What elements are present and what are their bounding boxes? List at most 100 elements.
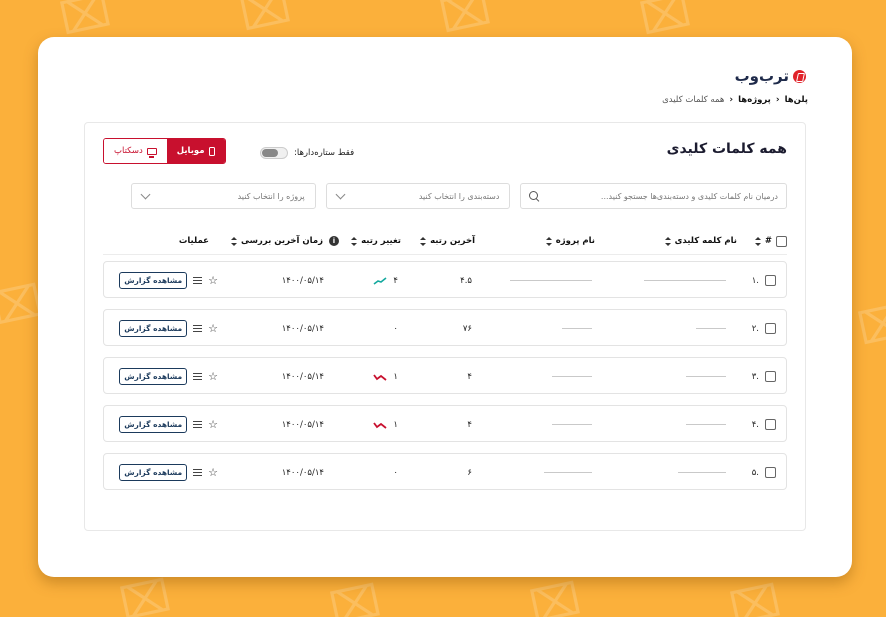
list-icon[interactable] — [193, 324, 203, 333]
header-keyword[interactable]: نام کلمه کلیدی — [664, 227, 737, 255]
last-rank-value: ۷۶ — [462, 323, 472, 334]
star-icon[interactable]: ☆ — [208, 418, 218, 431]
row-index: .۴ — [751, 419, 759, 430]
view-report-button[interactable]: مشاهده گزارش — [119, 320, 188, 337]
table-row: .۱ ۴.۵ ۴ ۱۴۰۰/۰۵/۱۴ ☆ مشاهده گزارش — [103, 261, 787, 298]
trend-icon — [373, 276, 387, 285]
row-rank-change: ۰ — [393, 454, 398, 491]
header-rank-change-label: تغییر رتبه — [361, 236, 401, 246]
header-project[interactable]: نام پروژه — [545, 227, 595, 255]
row-last-rank: ۴ — [467, 406, 472, 443]
sort-icon[interactable] — [754, 236, 761, 246]
row-checkbox[interactable] — [765, 275, 776, 286]
trend-icon — [373, 421, 387, 429]
row-index: .۱ — [751, 275, 759, 286]
rank-change-value: ۱ — [393, 419, 398, 430]
info-icon[interactable]: i — [329, 236, 339, 246]
rank-change-value: ۴ — [393, 275, 398, 286]
star-icon[interactable]: ☆ — [208, 370, 218, 383]
star-icon[interactable]: ☆ — [208, 274, 218, 287]
main-card: ترب‌وب پلن‌ها ‹ پروژه‌ها ‹ همه کلمات کلی… — [38, 37, 852, 577]
view-report-button[interactable]: مشاهده گزارش — [119, 368, 188, 385]
row-rank-change: ۱ — [373, 406, 398, 443]
header-rank-change[interactable]: تغییر رتبه — [351, 227, 401, 255]
breadcrumb-current: همه کلمات کلیدی — [662, 95, 725, 105]
keyword-placeholder — [678, 472, 726, 473]
sort-icon — [545, 236, 552, 246]
list-icon[interactable] — [193, 420, 203, 429]
desktop-button[interactable]: دسکتاپ — [104, 139, 167, 163]
header-actions: عملیات — [179, 227, 209, 255]
header-number: # — [764, 236, 772, 246]
row-keyword — [696, 310, 726, 347]
row-keyword — [686, 406, 726, 443]
stars-only-filter: فقط ستاره‌دارها: — [260, 147, 354, 159]
table-row: .۳ ۴ ۱ ۱۴۰۰/۰۵/۱۴ ☆ مشاهده گزارش — [103, 357, 787, 394]
row-keyword — [644, 262, 726, 299]
category-select[interactable]: دسته‌بندی را انتخاب کنید — [325, 183, 511, 209]
mobile-button[interactable]: موبایل — [166, 139, 225, 163]
list-icon[interactable] — [193, 372, 203, 381]
project-select[interactable]: پروژه را انتخاب کنید — [131, 183, 316, 209]
header-info[interactable]: i — [329, 227, 339, 255]
sort-icon — [351, 236, 358, 246]
chevron-left-icon: ‹ — [729, 95, 734, 105]
list-icon[interactable] — [193, 276, 203, 285]
keyword-placeholder — [686, 376, 726, 377]
row-last-check: ۱۴۰۰/۰۵/۱۴ — [282, 358, 324, 395]
row-select: .۳ — [752, 358, 776, 395]
stars-only-toggle[interactable] — [260, 147, 288, 159]
row-keyword — [686, 358, 726, 395]
header-keyword-label: نام کلمه کلیدی — [674, 236, 737, 246]
row-last-check: ۱۴۰۰/۰۵/۱۴ — [282, 310, 324, 347]
row-last-check: ۱۴۰۰/۰۵/۱۴ — [282, 454, 324, 491]
chevron-down-icon — [335, 189, 346, 199]
last-rank-value: ۴.۵ — [460, 275, 472, 286]
row-actions: ☆ مشاهده گزارش — [119, 262, 218, 299]
last-check-date: ۱۴۰۰/۰۵/۱۴ — [281, 467, 324, 478]
row-project — [562, 310, 592, 347]
star-icon[interactable]: ☆ — [208, 466, 218, 479]
search-placeholder: درمیان نام کلمات کلیدی و دسته‌بندی‌ها جس… — [600, 191, 778, 201]
header-last-check[interactable]: زمان آخرین بررسی — [230, 227, 323, 255]
row-checkbox[interactable] — [765, 323, 776, 334]
row-project — [544, 454, 592, 491]
last-check-date: ۱۴۰۰/۰۵/۱۴ — [281, 371, 324, 382]
row-select: .۱ — [752, 262, 776, 299]
rank-change-value: ۰ — [393, 323, 398, 334]
keyword-placeholder — [696, 328, 726, 329]
view-report-button[interactable]: مشاهده گزارش — [119, 272, 188, 289]
row-last-rank: ۴.۵ — [460, 262, 472, 299]
chevron-left-icon: ‹ — [775, 95, 780, 105]
last-rank-value: ۴ — [467, 419, 472, 430]
last-rank-value: ۴ — [467, 371, 472, 382]
row-checkbox[interactable] — [765, 419, 776, 430]
select-all-checkbox[interactable] — [776, 235, 787, 247]
last-rank-value: ۶ — [467, 467, 472, 478]
project-placeholder-line — [544, 472, 592, 473]
row-index: .۲ — [751, 323, 759, 334]
breadcrumb-projects[interactable]: پروژه‌ها — [738, 95, 771, 105]
view-report-button[interactable]: مشاهده گزارش — [119, 416, 188, 433]
header-last-rank[interactable]: آخرین رتبه — [420, 227, 475, 255]
row-checkbox[interactable] — [765, 467, 776, 478]
keyword-placeholder — [644, 280, 726, 281]
last-check-date: ۱۴۰۰/۰۵/۱۴ — [281, 275, 324, 286]
row-checkbox[interactable] — [765, 371, 776, 382]
search-input[interactable]: درمیان نام کلمات کلیدی و دسته‌بندی‌ها جس… — [520, 183, 787, 209]
list-icon[interactable] — [193, 468, 203, 477]
header-actions-label: عملیات — [178, 236, 209, 246]
row-index: .۳ — [751, 371, 759, 382]
device-switch: موبایل دسکتاپ — [103, 138, 226, 164]
row-keyword — [678, 454, 726, 491]
row-rank-change: ۰ — [393, 310, 398, 347]
table-row: .۲ ۷۶ ۰ ۱۴۰۰/۰۵/۱۴ ☆ مشاهده گزارش — [103, 309, 787, 346]
star-icon[interactable]: ☆ — [208, 322, 218, 335]
row-last-rank: ۷۶ — [463, 310, 472, 347]
row-rank-change: ۱ — [373, 358, 398, 395]
view-report-button[interactable]: مشاهده گزارش — [119, 464, 188, 481]
brand-logo[interactable]: ترب‌وب — [735, 67, 806, 85]
breadcrumb-plans[interactable]: پلن‌ها — [785, 95, 808, 105]
mobile-icon — [208, 146, 215, 156]
row-actions: ☆ مشاهده گزارش — [119, 406, 218, 443]
